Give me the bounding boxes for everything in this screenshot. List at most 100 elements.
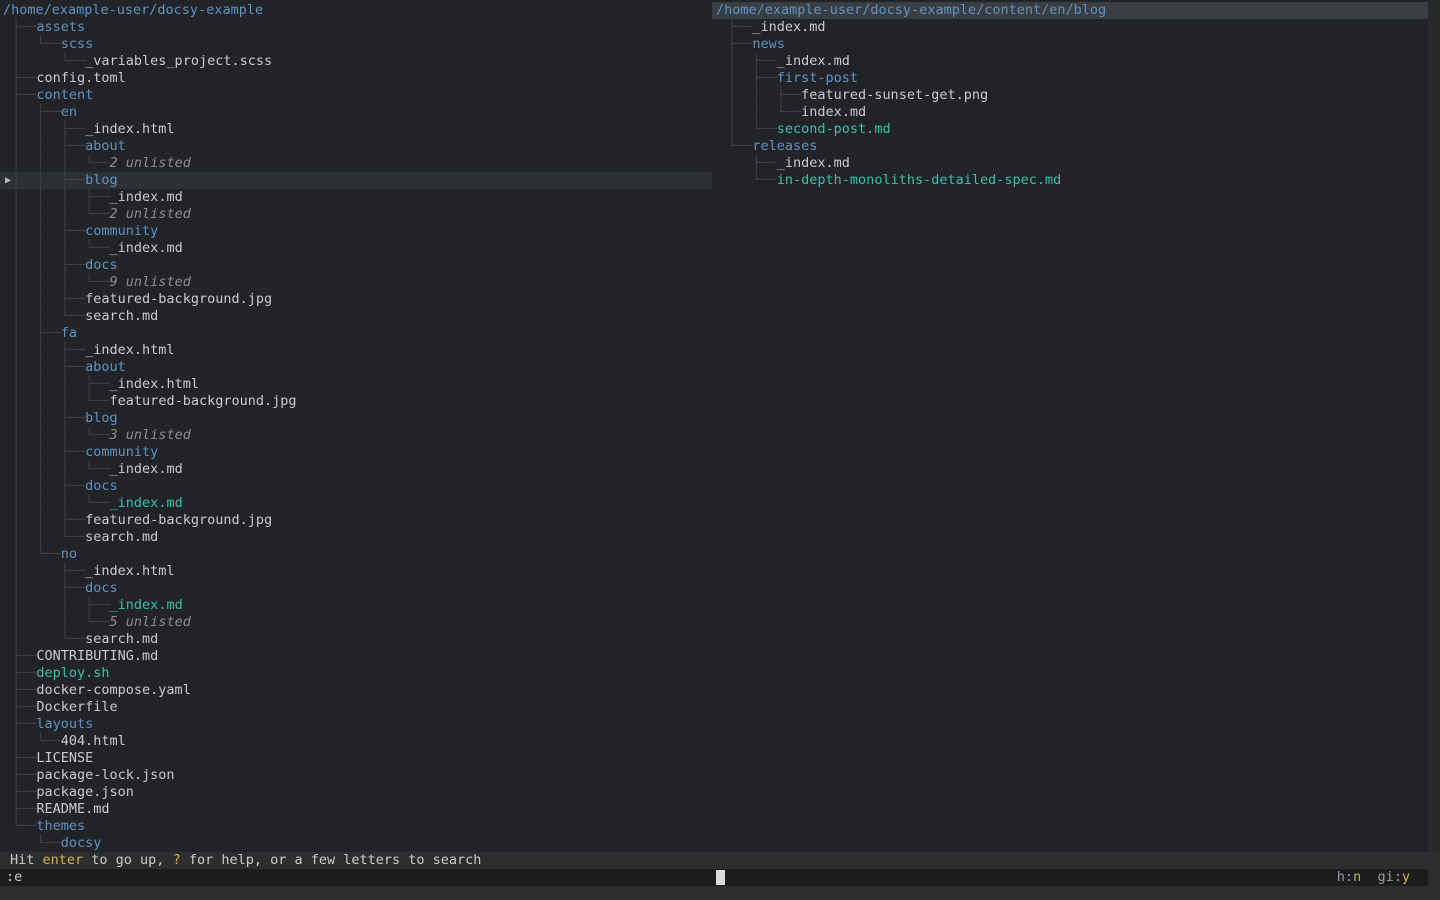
tree-branch-lines: └── — [728, 172, 777, 188]
tree-row-_index.html[interactable]: │ │ ├──_index.html — [0, 342, 712, 359]
tree-row-community[interactable]: │ │ ├──community — [0, 223, 712, 240]
tree-row-releases[interactable]: └──releases — [712, 138, 1428, 155]
tree-row-search.md[interactable]: │ │ └──search.md — [0, 529, 712, 546]
tree-row-docsy[interactable]: └──docsy — [0, 835, 712, 852]
tree-branch-lines: ├── — [728, 19, 752, 35]
right-panel-tree: ├──_index.md├──news│ ├──_index.md│ ├──fi… — [712, 19, 1428, 189]
entry-name: README.md — [36, 801, 109, 817]
status-key-hint: enter — [43, 852, 84, 868]
tree-row-en[interactable]: │ ├──en — [0, 104, 712, 121]
tree-row-2-unlisted[interactable]: │ │ │ └──2 unlisted — [0, 155, 712, 172]
tree-row-_index.md[interactable]: ├──_index.md — [712, 19, 1428, 36]
entry-name: about — [85, 138, 126, 154]
tree-row-featured-background.jpg[interactable]: │ │ ├──featured-background.jpg — [0, 291, 712, 308]
tree-row-featured-background.jpg[interactable]: │ │ │ └──featured-background.jpg — [0, 393, 712, 410]
tree-branch-lines: ├── — [12, 750, 36, 766]
tree-branch-lines: │ ├── — [12, 563, 85, 579]
tree-row-_index.md[interactable]: │ ├──_index.md — [712, 53, 1428, 70]
entry-name: featured-background.jpg — [110, 393, 297, 409]
tree-branch-lines: │ │ ├── — [12, 138, 85, 154]
tree-row-2-unlisted[interactable]: │ │ │ └──2 unlisted — [0, 206, 712, 223]
tree-row-_index.md[interactable]: │ │ ├──_index.md — [0, 597, 712, 614]
entry-name: index.md — [801, 104, 866, 120]
tree-row-contributing.md[interactable]: ├──CONTRIBUTING.md — [0, 648, 712, 665]
tree-row-404.html[interactable]: │ └──404.html — [0, 733, 712, 750]
tree-row-layouts[interactable]: ├──layouts — [0, 716, 712, 733]
tree-row-deploy.sh[interactable]: ├──deploy.sh — [0, 665, 712, 682]
entry-name: _index.md — [110, 495, 183, 511]
entry-name: second-post.md — [777, 121, 891, 137]
tree-row-license[interactable]: ├──LICENSE — [0, 750, 712, 767]
entry-name: search.md — [85, 631, 158, 647]
tree-row-first-post[interactable]: │ ├──first-post — [712, 70, 1428, 87]
tree-row-content[interactable]: ├──content — [0, 87, 712, 104]
tree-row-3-unlisted[interactable]: │ │ │ └──3 unlisted — [0, 427, 712, 444]
entry-name: 404.html — [61, 733, 126, 749]
tree-row-search.md[interactable]: │ │ └──search.md — [0, 308, 712, 325]
entry-name: _index.html — [110, 376, 199, 392]
tree-row-_index.html[interactable]: │ │ │ ├──_index.html — [0, 376, 712, 393]
tree-branch-lines: │ │ ├── — [12, 257, 85, 273]
tree-branch-lines: │ ├── — [12, 580, 85, 596]
tree-row-community[interactable]: │ │ ├──community — [0, 444, 712, 461]
tree-row-scss[interactable]: │ └──scss — [0, 36, 712, 53]
tree-row-_index.md[interactable]: │ │ │ └──_index.md — [0, 495, 712, 512]
tree-row-package-lock.json[interactable]: ├──package-lock.json — [0, 767, 712, 784]
tree-row-featured-background.jpg[interactable]: │ │ ├──featured-background.jpg — [0, 512, 712, 529]
tree-row-_index.md[interactable]: │ │ │ └──_index.md — [0, 240, 712, 257]
tree-row-package.json[interactable]: ├──package.json — [0, 784, 712, 801]
tree-row-fa[interactable]: │ ├──fa — [0, 325, 712, 342]
tree-row-_index.md[interactable]: ├──_index.md — [712, 155, 1428, 172]
tree-row-about[interactable]: │ │ ├──about — [0, 138, 712, 155]
tree-row-blog[interactable]: │ │ ├──blog — [0, 410, 712, 427]
entry-name: search.md — [85, 529, 158, 545]
tree-branch-lines: │ │ ├── — [728, 87, 801, 103]
status-text: Hit — [10, 852, 43, 868]
tree-row-docker-compose.yaml[interactable]: ├──docker-compose.yaml — [0, 682, 712, 699]
tree-row-about[interactable]: │ │ ├──about — [0, 359, 712, 376]
tree-row-_index.html[interactable]: │ ├──_index.html — [0, 563, 712, 580]
tree-row-docs[interactable]: │ ├──docs — [0, 580, 712, 597]
tree-row-index.md[interactable]: │ │ └──index.md — [712, 104, 1428, 121]
command-input[interactable]: :e — [6, 869, 22, 886]
tree-row-9-unlisted[interactable]: │ │ │ └──9 unlisted — [0, 274, 712, 291]
tree-row-_index.md[interactable]: │ │ │ ├──_index.md — [0, 189, 712, 206]
tree-row-news[interactable]: ├──news — [712, 36, 1428, 53]
tree-row-docs[interactable]: │ │ ├──docs — [0, 478, 712, 495]
tree-row-assets[interactable]: ├──assets — [0, 19, 712, 36]
entry-name: 9 unlisted — [110, 274, 191, 290]
tree-branch-lines: │ │ │ └── — [12, 206, 110, 222]
tree-row-dockerfile[interactable]: ├──Dockerfile — [0, 699, 712, 716]
tree-branch-lines: ├── — [12, 716, 36, 732]
tree-row-in-depth-monoliths-detailed-spec.md[interactable]: └──in-depth-monoliths-detailed-spec.md — [712, 172, 1428, 189]
entry-name: _index.html — [85, 121, 174, 137]
tree-row-second-post.md[interactable]: │ └──second-post.md — [712, 121, 1428, 138]
tree-row-docs[interactable]: │ │ ├──docs — [0, 257, 712, 274]
tree-branch-lines: │ │ │ └── — [12, 461, 110, 477]
tree-row-5-unlisted[interactable]: │ │ └──5 unlisted — [0, 614, 712, 631]
entry-name: docs — [85, 257, 118, 273]
tree-branch-lines: │ ├── — [728, 53, 777, 69]
tree-row-no[interactable]: │ └──no — [0, 546, 712, 563]
tree-branch-lines: │ │ └── — [728, 104, 801, 120]
entry-name: featured-background.jpg — [85, 291, 272, 307]
tree-row-blog[interactable]: ▶│ │ ├──blog — [0, 172, 712, 189]
tree-row-_index.md[interactable]: │ │ │ └──_index.md — [0, 461, 712, 478]
tree-row-_index.html[interactable]: │ │ ├──_index.html — [0, 121, 712, 138]
tree-row-config.toml[interactable]: ├──config.toml — [0, 70, 712, 87]
input-bar[interactable]: :e h:n gi:y — [0, 869, 1428, 886]
tree-row-_variables_project.scss[interactable]: │ └──_variables_project.scss — [0, 53, 712, 70]
right-scroll-gutter — [1428, 0, 1440, 852]
left-panel-path[interactable]: /home/example-user/docsy-example — [0, 2, 712, 19]
right-panel-path[interactable]: /home/example-user/docsy-example/content… — [712, 2, 1428, 19]
tree-row-readme.md[interactable]: ├──README.md — [0, 801, 712, 818]
entry-name: config.toml — [36, 70, 125, 86]
tree-row-search.md[interactable]: │ └──search.md — [0, 631, 712, 648]
tree-area: /home/example-user/docsy-example ├──asse… — [0, 0, 1428, 852]
entry-name: _index.md — [110, 597, 183, 613]
tree-branch-lines: │ │ │ └── — [12, 427, 110, 443]
entry-name: docker-compose.yaml — [36, 682, 190, 698]
tree-row-featured-sunset-get.png[interactable]: │ │ ├──featured-sunset-get.png — [712, 87, 1428, 104]
entry-name: community — [85, 223, 158, 239]
tree-row-themes[interactable]: └──themes — [0, 818, 712, 835]
